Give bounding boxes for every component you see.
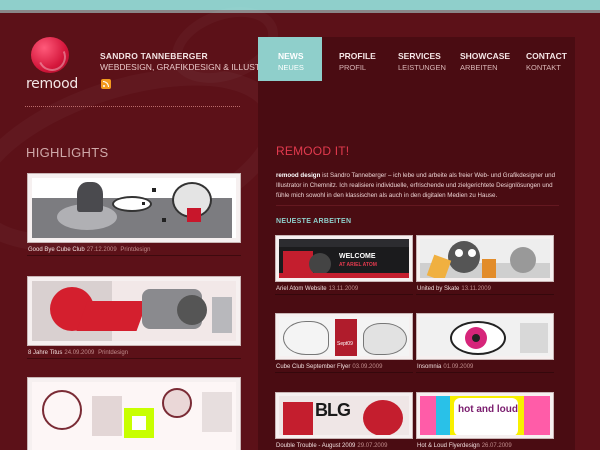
work-title[interactable]: Cube Club September Flyer — [276, 364, 350, 370]
work-item[interactable]: hot and loud Hot & Loud Flyerdesign 26.07… — [416, 392, 554, 450]
top-accent-strip — [0, 0, 600, 13]
nav-label: SERVICES — [398, 51, 441, 61]
highlight-category: Printdesign — [120, 247, 151, 253]
work-caption[interactable]: Insomnia 01.09.2009 — [416, 362, 554, 373]
highlight-thumbnail[interactable] — [27, 377, 241, 450]
work-artwork: Sept09 — [279, 317, 409, 356]
work-date: 03.09.2009 — [352, 364, 383, 370]
work-thumbnail[interactable]: Sept09 — [275, 313, 413, 360]
work-item[interactable]: United by Skate 13.11.2009 — [416, 235, 554, 295]
header-divider — [25, 106, 240, 107]
nav-item-news[interactable]: NEWS NEUES — [258, 37, 322, 81]
nav-sublabel: ARBEITEN — [460, 63, 498, 72]
work-caption[interactable]: Double Trouble - August 2009 29.07.2009 — [275, 441, 413, 450]
work-date: 13.11.2009 — [328, 286, 359, 292]
work-title[interactable]: Hot & Loud Flyerdesign — [417, 443, 480, 449]
highlight-item[interactable]: 8 Jahre Titus 24.09.2009 Printdesign — [27, 276, 241, 359]
work-title[interactable]: United by Skate — [417, 286, 459, 292]
work-caption[interactable]: Hot & Loud Flyerdesign 26.07.2009 — [416, 441, 554, 450]
nav-label: NEWS — [278, 51, 304, 61]
logo-text: remood — [26, 76, 78, 92]
work-thumbnail[interactable]: BLG — [275, 392, 413, 439]
latest-works-heading: NEUESTE ARBEITEN — [276, 218, 352, 225]
nav-label: SHOWCASE — [460, 51, 511, 61]
work-date: 29.07.2009 — [357, 443, 388, 449]
work-caption[interactable]: United by Skate 13.11.2009 — [416, 284, 554, 295]
highlight-thumbnail[interactable] — [27, 276, 241, 346]
highlight-category: Printdesign — [98, 350, 129, 356]
work-artwork — [420, 317, 550, 356]
highlight-date: 24.09.2009 — [64, 350, 95, 356]
intro-bold: remood design — [276, 172, 321, 179]
logo-mark-icon — [31, 37, 69, 73]
work-item[interactable]: WELCOME AT ARIEL ATOM Ariel Atom Website… — [275, 235, 413, 295]
work-date: 01.09.2009 — [443, 364, 474, 370]
section-divider — [276, 205, 559, 206]
work-artwork — [420, 239, 550, 278]
work-thumbnail[interactable]: hot and loud — [416, 392, 554, 439]
highlight-artwork — [32, 281, 236, 341]
work-date: 13.11.2009 — [461, 286, 491, 292]
work-artwork: BLG — [279, 396, 409, 435]
highlight-title[interactable]: 8 Jahre Titus — [28, 350, 62, 356]
work-title[interactable]: Ariel Atom Website — [276, 286, 327, 292]
nav-sublabel: NEUES — [278, 63, 304, 72]
nav-label: CONTACT — [526, 51, 567, 61]
nav-item-profile[interactable]: PROFILE PROFIL — [339, 37, 376, 81]
nav-sublabel: LEISTUNGEN — [398, 63, 446, 72]
work-thumbnail[interactable] — [416, 313, 554, 360]
work-thumbnail[interactable] — [416, 235, 554, 282]
highlight-item[interactable] — [27, 377, 241, 450]
nav-item-services[interactable]: SERVICES LEISTUNGEN — [398, 37, 446, 81]
nav-sublabel: KONTAKT — [526, 63, 561, 72]
work-item[interactable]: BLG Double Trouble - August 2009 29.07.20… — [275, 392, 413, 450]
highlights-heading: HIGHLIGHTS — [26, 145, 109, 160]
nav-item-contact[interactable]: CONTACT KONTAKT — [526, 37, 567, 81]
section-title: REMOOD IT! — [276, 144, 350, 158]
work-date: 26.07.2009 — [481, 443, 512, 449]
work-item[interactable]: Sept09 Cube Club September Flyer 03.09.20… — [275, 313, 413, 373]
work-caption[interactable]: Cube Club September Flyer 03.09.2009 — [275, 362, 413, 373]
work-title[interactable]: Double Trouble - August 2009 — [276, 443, 355, 449]
rss-icon[interactable] — [101, 79, 111, 89]
highlight-artwork — [32, 178, 236, 238]
highlight-title[interactable]: Good Bye Cube Club — [28, 247, 85, 253]
nav-sublabel: PROFIL — [339, 63, 367, 72]
highlight-caption[interactable]: 8 Jahre Titus 24.09.2009 Printdesign — [27, 348, 241, 359]
highlight-caption[interactable]: Good Bye Cube Club 27.12.2009 Printdesign — [27, 245, 241, 256]
highlight-date: 27.12.2009 — [86, 247, 117, 253]
work-item[interactable]: Insomnia 01.09.2009 — [416, 313, 554, 373]
work-artwork: hot and loud — [420, 396, 550, 435]
nav-item-showcase[interactable]: SHOWCASE ARBEITEN — [460, 37, 510, 81]
site-logo[interactable]: remood — [25, 37, 85, 92]
owner-name: SANDRO TANNEBERGER — [100, 51, 208, 61]
intro-paragraph: remood design ist Sandro Tanneberger – i… — [276, 171, 566, 201]
highlight-thumbnail[interactable] — [27, 173, 241, 243]
work-thumbnail[interactable]: WELCOME AT ARIEL ATOM — [275, 235, 413, 282]
work-title[interactable]: Insomnia — [417, 364, 441, 370]
highlight-item[interactable]: Good Bye Cube Club 27.12.2009 Printdesign — [27, 173, 241, 256]
highlight-artwork — [32, 382, 236, 450]
nav-label: PROFILE — [339, 51, 376, 61]
work-artwork: WELCOME AT ARIEL ATOM — [279, 239, 409, 278]
work-caption[interactable]: Ariel Atom Website 13.11.2009 — [275, 284, 413, 295]
